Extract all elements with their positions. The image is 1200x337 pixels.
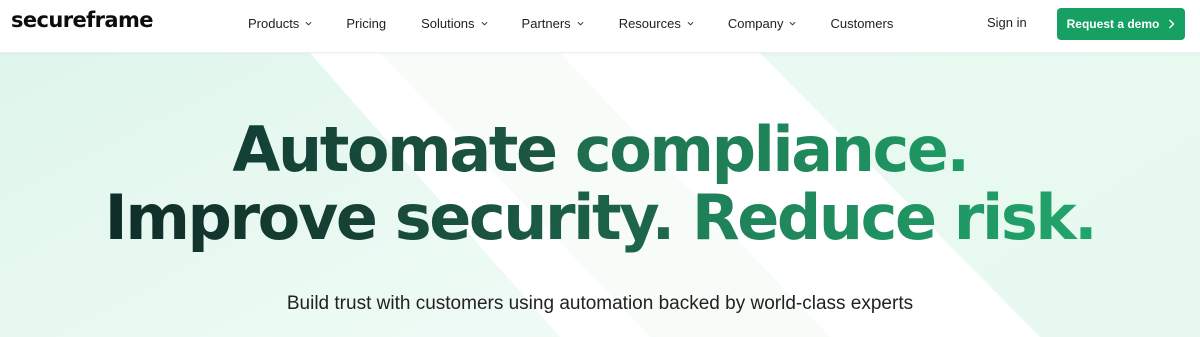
nav-item-pricing[interactable]: Pricing xyxy=(346,16,386,31)
chevron-right-icon xyxy=(1169,19,1175,29)
nav-item-label: Solutions xyxy=(421,15,475,31)
hero-subtitle: Build trust with customers using automat… xyxy=(286,293,914,314)
headline-text: Reduce risk. xyxy=(691,181,1098,254)
nav-item-label: Customers xyxy=(830,15,894,31)
headline-line-1: Automate compliance. xyxy=(0,116,1200,184)
main-nav: Products Pricing Solutions Partners Reso… xyxy=(248,0,893,46)
request-demo-label: Request a demo xyxy=(1066,17,1160,31)
chevron-down-icon xyxy=(481,21,488,26)
hero-headline: Automate compliance. Improve security. R… xyxy=(0,116,1200,252)
chevron-down-icon xyxy=(305,21,312,26)
nav-item-company[interactable]: Company xyxy=(728,16,797,31)
nav-item-label: Products xyxy=(248,15,300,31)
sign-in-link[interactable]: Sign in xyxy=(987,15,1027,30)
chevron-down-icon xyxy=(577,21,584,26)
nav-item-customers[interactable]: Customers xyxy=(830,16,893,31)
top-navbar: secureframe Products Pricing Solutions P… xyxy=(0,0,1200,53)
headline-text: Improve xyxy=(104,181,395,254)
secureframe-logo[interactable]: secureframe xyxy=(11,8,154,32)
nav-item-label: Partners xyxy=(521,15,571,31)
nav-item-label: Resources xyxy=(618,15,681,31)
headline-text: compliance. xyxy=(574,113,970,186)
request-demo-button[interactable]: Request a demo xyxy=(1057,8,1185,40)
nav-item-partners[interactable]: Partners xyxy=(522,16,584,31)
nav-item-solutions[interactable]: Solutions xyxy=(421,15,488,31)
chevron-down-icon xyxy=(687,21,694,26)
chevron-down-icon xyxy=(789,21,796,26)
nav-item-resources[interactable]: Resources xyxy=(619,16,694,31)
nav-item-label: Pricing xyxy=(346,15,387,31)
nav-item-products[interactable]: Products xyxy=(248,16,312,31)
nav-item-label: Company xyxy=(727,15,784,31)
headline-line-2: Improve security. Reduce risk. xyxy=(0,184,1200,252)
headline-text: Automate xyxy=(232,113,575,186)
headline-text: security. xyxy=(394,181,692,254)
